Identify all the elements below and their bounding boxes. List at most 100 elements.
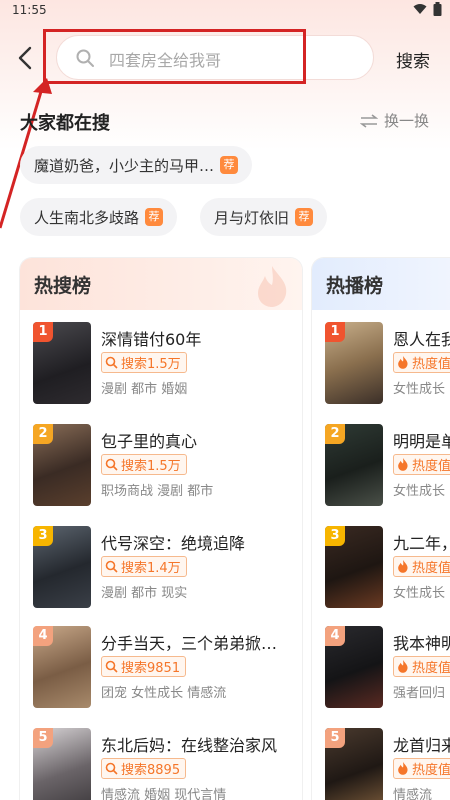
list-item[interactable]: 4 分手当天，三个弟弟掀… 搜索9851 团宠 女性成长 情感流 (33, 626, 293, 716)
list-item[interactable]: 1 恩人在我 热度值 女性成长 (325, 322, 450, 412)
item-tags: 女性成长 (393, 484, 446, 499)
item-tags: 女性成长 (393, 382, 446, 397)
item-tags: 团宠 女性成长 情感流 (101, 686, 227, 701)
item-title: 分手当天，三个弟弟掀… (101, 634, 278, 653)
item-title: 恩人在我 (393, 330, 450, 349)
chip-label: 魔道奶爸，小少主的马甲… (34, 156, 215, 175)
cover-image: 3 (33, 526, 91, 608)
status-time: 11:55 (12, 3, 47, 17)
recommend-tag: 荐 (145, 208, 164, 226)
item-title: 龙首归来 (393, 736, 450, 755)
card-title: 热播榜 (326, 275, 384, 297)
metric-text: 搜索1.4万 (121, 561, 181, 576)
rank-badge: 3 (325, 526, 345, 546)
search-count-badge: 搜索9851 (101, 656, 187, 677)
heat-badge: 热度值 (393, 556, 450, 577)
list-item[interactable]: 2 包子里的真心 搜索1.5万 职场商战 漫剧 都市 (33, 424, 293, 514)
rank-badge: 5 (33, 728, 53, 748)
search-icon (105, 762, 118, 775)
battery-icon (433, 2, 442, 16)
hot-play-card: 热播榜 1 恩人在我 热度值 女性成长 2 明明是单 热度值 女性成长 3 九二… (312, 258, 450, 800)
metric-text: 搜索8895 (121, 763, 181, 778)
card-title: 热搜榜 (34, 275, 92, 297)
rank-badge: 5 (325, 728, 345, 748)
chip-label: 人生南北多歧路 (34, 208, 140, 227)
metric-text: 搜索9851 (121, 661, 181, 676)
card-header: 热播榜 (312, 258, 450, 310)
card-header: 热搜榜 (20, 258, 302, 310)
heat-badge: 热度值 (393, 758, 450, 779)
metric-text: 搜索1.5万 (121, 459, 181, 474)
item-title: 九二年， (393, 534, 450, 553)
heat-badge: 热度值 (393, 656, 450, 677)
flame-icon (398, 458, 408, 471)
item-title: 代号深空：绝境追降 (101, 534, 246, 553)
list-item[interactable]: 5 东北后妈：在线整治家风 搜索8895 情感流 婚姻 现代言情 (33, 728, 293, 800)
cover-image: 1 (33, 322, 91, 404)
item-tags: 强者回归 (393, 686, 446, 701)
highlight-box (43, 29, 306, 84)
search-button[interactable]: 搜索 (396, 47, 430, 72)
cover-image: 2 (33, 424, 91, 506)
back-button[interactable] (12, 44, 40, 72)
cover-image: 4 (33, 626, 91, 708)
metric-text: 搜索1.5万 (121, 357, 181, 372)
item-tags: 职场商战 漫剧 都市 (101, 484, 214, 499)
rank-badge: 4 (325, 626, 345, 646)
list-item[interactable]: 4 我本神明 热度值 强者回归 (325, 626, 450, 716)
cover-image: 3 (325, 526, 383, 608)
status-bar: 11:55 (0, 0, 450, 22)
metric-text: 热度值 (412, 763, 450, 778)
search-count-badge: 搜索1.4万 (101, 556, 187, 577)
search-chip[interactable]: 魔道奶爸，小少主的马甲… 荐 (20, 146, 253, 184)
item-tags: 漫剧 都市 现实 (101, 586, 188, 601)
heat-badge: 热度值 (393, 352, 450, 373)
list-item[interactable]: 3 代号深空：绝境追降 搜索1.4万 漫剧 都市 现实 (33, 526, 293, 616)
rank-badge: 4 (33, 626, 53, 646)
flame-icon (398, 762, 408, 775)
cover-image: 2 (325, 424, 383, 506)
list-item[interactable]: 3 九二年， 热度值 女性成长 (325, 526, 450, 616)
refresh-label: 换一换 (384, 112, 430, 130)
recommend-tag: 荐 (295, 208, 314, 226)
heat-badge: 热度值 (393, 454, 450, 475)
rank-badge: 1 (33, 322, 53, 342)
search-icon (105, 458, 118, 471)
search-icon (105, 660, 118, 673)
cover-image: 4 (325, 626, 383, 708)
item-tags: 女性成长 (393, 586, 446, 601)
search-icon (105, 560, 118, 573)
metric-text: 热度值 (412, 459, 450, 474)
rank-badge: 2 (33, 424, 53, 444)
metric-text: 热度值 (412, 357, 450, 372)
search-count-badge: 搜索1.5万 (101, 454, 187, 475)
item-title: 深情错付60年 (101, 330, 202, 349)
list-item[interactable]: 5 龙首归来 热度值 情感流 (325, 728, 450, 800)
metric-text: 热度值 (412, 561, 450, 576)
cover-image: 1 (325, 322, 383, 404)
search-count-badge: 搜索1.5万 (101, 352, 187, 373)
search-count-badge: 搜索8895 (101, 758, 187, 779)
metric-text: 热度值 (412, 661, 450, 676)
item-tags: 情感流 (393, 788, 433, 800)
item-title: 我本神明 (393, 634, 450, 653)
rank-badge: 1 (325, 322, 345, 342)
status-icons (413, 2, 442, 16)
item-tags: 情感流 婚姻 现代言情 (101, 788, 227, 800)
recommend-tag: 荐 (220, 156, 239, 174)
item-title: 包子里的真心 (101, 432, 198, 451)
rank-badge: 3 (33, 526, 53, 546)
list-item[interactable]: 2 明明是单 热度值 女性成长 (325, 424, 450, 514)
search-chip[interactable]: 月与灯依旧 荐 (200, 198, 328, 236)
list-item[interactable]: 1 深情错付60年 搜索1.5万 漫剧 都市 婚姻 (33, 322, 293, 412)
flame-icon (398, 660, 408, 673)
flame-icon (258, 266, 287, 307)
search-icon (105, 356, 118, 369)
flame-icon (398, 560, 408, 573)
search-chip[interactable]: 人生南北多歧路 荐 (20, 198, 178, 236)
flame-icon (398, 356, 408, 369)
refresh-button[interactable]: 换一换 (360, 110, 429, 131)
section-title: 大家都在搜 (20, 113, 110, 134)
item-title: 东北后妈：在线整治家风 (101, 736, 278, 755)
hot-search-card: 热搜榜 1 深情错付60年 搜索1.5万 漫剧 都市 婚姻 2 包子里的真心 搜… (20, 258, 302, 800)
